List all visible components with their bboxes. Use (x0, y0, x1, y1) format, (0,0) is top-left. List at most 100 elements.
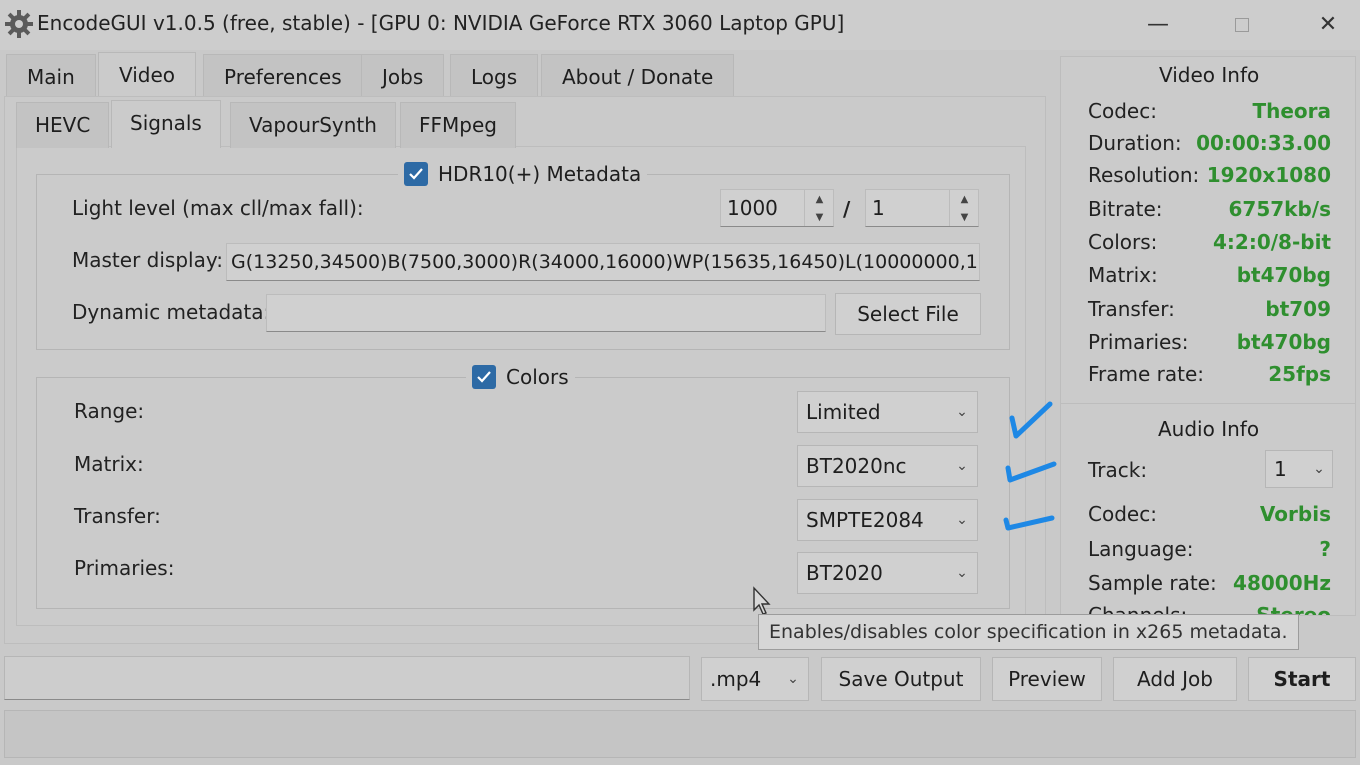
tab-about-donate[interactable]: About / Donate (541, 54, 735, 100)
start-button[interactable]: Start (1248, 657, 1356, 701)
max-cll-stepper[interactable]: ▲ ▼ (804, 190, 834, 226)
tab-signals[interactable]: Signals (111, 100, 221, 148)
duration-label: Duration: (1088, 131, 1182, 155)
checkmark-icon (409, 168, 423, 180)
tab-video[interactable]: Video (98, 52, 197, 100)
matrix-select[interactable]: BT2020nc ⌄ (797, 445, 978, 487)
container-select[interactable]: .mp4 ⌄ (701, 657, 809, 701)
primaries-label: Primaries: (74, 556, 175, 580)
primaries-value: BT2020 (806, 561, 883, 585)
range-value: Limited (806, 400, 881, 424)
hdr-metadata-checkbox[interactable] (404, 162, 428, 186)
master-display-label: Master display: (72, 248, 223, 272)
master-display-input[interactable]: G(13250,34500)B(7500,3000)R(34000,16000)… (226, 243, 980, 281)
chevron-down-icon: ⌄ (956, 512, 968, 528)
tab-jobs[interactable]: Jobs (361, 54, 445, 100)
light-level-separator: / (843, 197, 851, 221)
chevron-down-icon: ⌄ (956, 565, 968, 581)
transfer-select[interactable]: SMPTE2084 ⌄ (797, 499, 978, 541)
language-value: ? (1319, 537, 1331, 561)
primaries-info-value: bt470bg (1236, 330, 1331, 354)
range-select[interactable]: Limited ⌄ (797, 391, 978, 433)
close-button[interactable]: ✕ (1308, 10, 1348, 40)
language-label: Language: (1088, 537, 1194, 561)
max-fall-value: 1 (872, 196, 885, 220)
info-divider (1061, 403, 1355, 404)
primaries-select[interactable]: BT2020 ⌄ (797, 552, 978, 594)
spin-up-icon[interactable]: ▲ (950, 190, 979, 208)
minimize-icon: — (1147, 12, 1169, 37)
colors-info-value: 4:2:0/8-bit (1213, 230, 1331, 254)
transfer-info-label: Transfer: (1088, 297, 1175, 321)
select-file-button[interactable]: Select File (835, 293, 981, 335)
chevron-down-icon: ⌄ (956, 458, 968, 474)
track-value: 1 (1274, 457, 1287, 481)
tab-vapoursynth[interactable]: VapourSynth (230, 102, 396, 148)
spin-down-icon[interactable]: ▼ (805, 208, 834, 226)
max-fall-stepper[interactable]: ▲ ▼ (949, 190, 979, 226)
spin-up-icon[interactable]: ▲ (805, 190, 834, 208)
tab-preferences[interactable]: Preferences (203, 54, 363, 100)
gear-icon (4, 9, 34, 39)
tab-ffmpeg[interactable]: FFMpeg (400, 102, 516, 148)
spin-down-icon[interactable]: ▼ (950, 208, 979, 226)
transfer-label: Transfer: (74, 504, 161, 528)
track-select[interactable]: 1 ⌄ (1265, 450, 1333, 488)
transfer-info-value: bt709 (1265, 297, 1331, 321)
matrix-value: BT2020nc (806, 454, 907, 478)
info-panel: Video Info Codec: Theora Duration: 00:00… (1060, 56, 1356, 616)
minimize-button[interactable]: — (1138, 10, 1178, 40)
track-label: Track: (1088, 458, 1148, 482)
matrix-info-label: Matrix: (1088, 263, 1158, 287)
colors-label: Colors (506, 365, 569, 389)
resolution-value: 1920x1080 (1206, 163, 1331, 187)
checkmark-icon (477, 371, 491, 383)
mouse-cursor-icon (753, 586, 771, 615)
save-output-button[interactable]: Save Output (821, 657, 981, 701)
video-codec-label: Codec: (1088, 99, 1157, 123)
window-title: EncodeGUI v1.0.5 (free, stable) - [GPU 0… (37, 11, 845, 35)
preview-button[interactable]: Preview (992, 657, 1102, 701)
colors-checkbox[interactable] (472, 365, 496, 389)
colors-header: Colors (466, 363, 575, 391)
maximize-icon (1235, 18, 1249, 32)
audio-codec-value: Vorbis (1259, 502, 1331, 526)
video-info-title: Video Info (1159, 63, 1260, 87)
chevron-down-icon: ⌄ (787, 671, 799, 687)
maximize-button[interactable] (1222, 10, 1262, 40)
tab-hevc[interactable]: HEVC (16, 102, 110, 148)
duration-value: 00:00:33.00 (1196, 131, 1331, 155)
chevron-down-icon: ⌄ (956, 404, 968, 420)
tab-main[interactable]: Main (6, 54, 96, 100)
colors-info-label: Colors: (1088, 230, 1158, 254)
audio-codec-label: Codec: (1088, 502, 1157, 526)
bitrate-value: 6757kb/s (1228, 197, 1332, 221)
frame-rate-value: 25fps (1268, 362, 1331, 386)
add-job-button[interactable]: Add Job (1113, 657, 1237, 701)
matrix-info-value: bt470bg (1236, 263, 1331, 287)
tab-logs[interactable]: Logs (450, 54, 539, 100)
dynamic-metadata-label: Dynamic metadata: (72, 300, 271, 324)
hdr-metadata-header: HDR10(+) Metadata (398, 160, 648, 188)
primaries-info-label: Primaries: (1088, 330, 1189, 354)
transfer-value: SMPTE2084 (806, 508, 924, 532)
tooltip: Enables/disables color specification in … (758, 614, 1299, 650)
chevron-down-icon: ⌄ (1313, 461, 1325, 477)
close-icon: ✕ (1318, 12, 1338, 37)
annotation-checkmarks (1003, 401, 1057, 531)
resolution-label: Resolution: (1088, 163, 1200, 187)
dynamic-metadata-input[interactable] (266, 294, 826, 332)
audio-info-title: Audio Info (1158, 417, 1260, 441)
light-level-label: Light level (max cll/max fall): (72, 196, 364, 220)
frame-rate-label: Frame rate: (1088, 362, 1205, 386)
status-bar (4, 710, 1356, 758)
range-label: Range: (74, 399, 145, 423)
sample-rate-label: Sample rate: (1088, 571, 1217, 595)
container-value: .mp4 (710, 667, 762, 691)
max-cll-value: 1000 (727, 196, 778, 220)
sample-rate-value: 48000Hz (1233, 571, 1331, 595)
hdr-metadata-label: HDR10(+) Metadata (438, 162, 642, 186)
matrix-label: Matrix: (74, 452, 144, 476)
bitrate-label: Bitrate: (1088, 197, 1163, 221)
output-path-input[interactable] (4, 656, 690, 700)
